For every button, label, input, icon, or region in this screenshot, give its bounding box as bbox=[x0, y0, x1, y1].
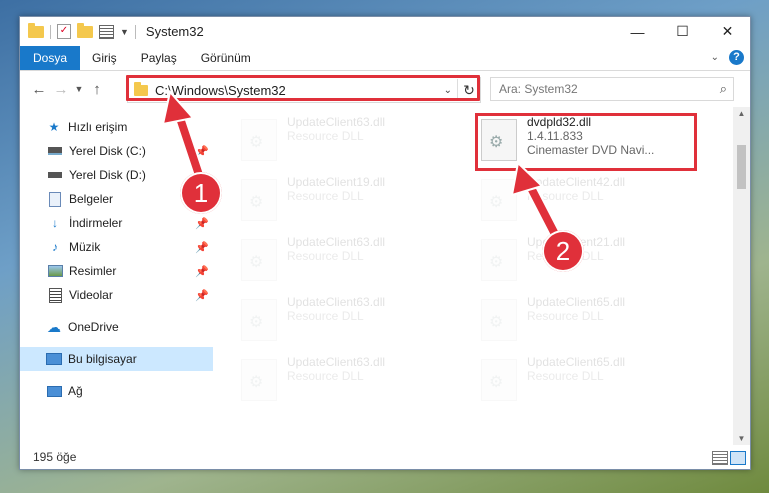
step-2-badge: 2 bbox=[542, 230, 584, 272]
arrow-1 bbox=[161, 89, 206, 184]
annotation-arrows bbox=[161, 89, 564, 246]
step-1-badge: 1 bbox=[180, 172, 222, 214]
arrow-2 bbox=[510, 160, 564, 246]
